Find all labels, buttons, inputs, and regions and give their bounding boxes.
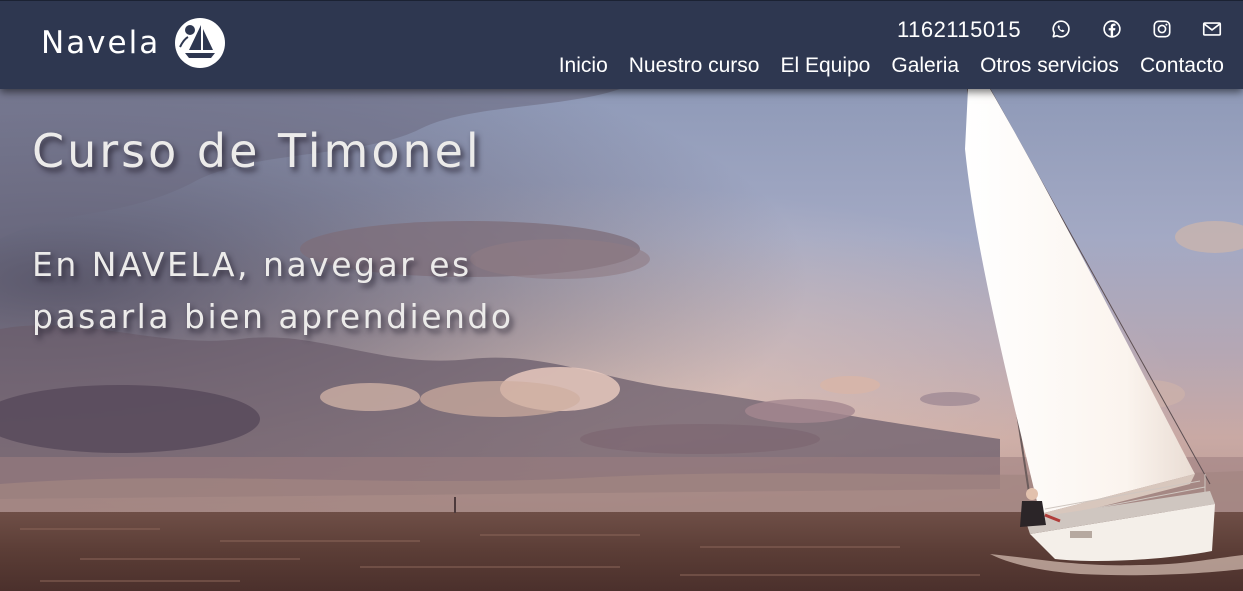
mail-icon[interactable] — [1201, 18, 1223, 40]
page: Navela 1162115015 Inicio Nuestro curso E… — [0, 0, 1243, 591]
main-nav: Inicio Nuestro curso El Equipo Galeria O… — [538, 51, 1224, 81]
nav-item-nuestro-curso[interactable]: Nuestro curso — [629, 51, 760, 81]
whatsapp-icon[interactable] — [1050, 18, 1072, 40]
site-header: Navela 1162115015 Inicio Nuestro curso E… — [0, 0, 1243, 89]
hero-subtitle: En NAVELA, navegar es pasarla bien apren… — [32, 245, 514, 336]
hero-section: Curso de Timonel En NAVELA, navegar es p… — [0, 89, 1243, 591]
nav-item-inicio[interactable]: Inicio — [559, 51, 608, 81]
nav-item-el-equipo[interactable]: El Equipo — [780, 51, 870, 81]
nav-item-contacto[interactable]: Contacto — [1140, 51, 1224, 81]
facebook-icon[interactable] — [1101, 18, 1123, 40]
nav-item-otros-servicios[interactable]: Otros servicios — [980, 51, 1119, 81]
hero-title: Curso de Timonel — [32, 124, 482, 178]
brand[interactable]: Navela — [41, 17, 226, 69]
nav-item-galeria[interactable]: Galeria — [891, 51, 959, 81]
brand-name[interactable]: Navela — [41, 25, 160, 61]
sailboat-logo-icon[interactable] — [174, 17, 226, 69]
phone-number[interactable]: 1162115015 — [897, 15, 1021, 45]
instagram-icon[interactable] — [1151, 18, 1173, 40]
